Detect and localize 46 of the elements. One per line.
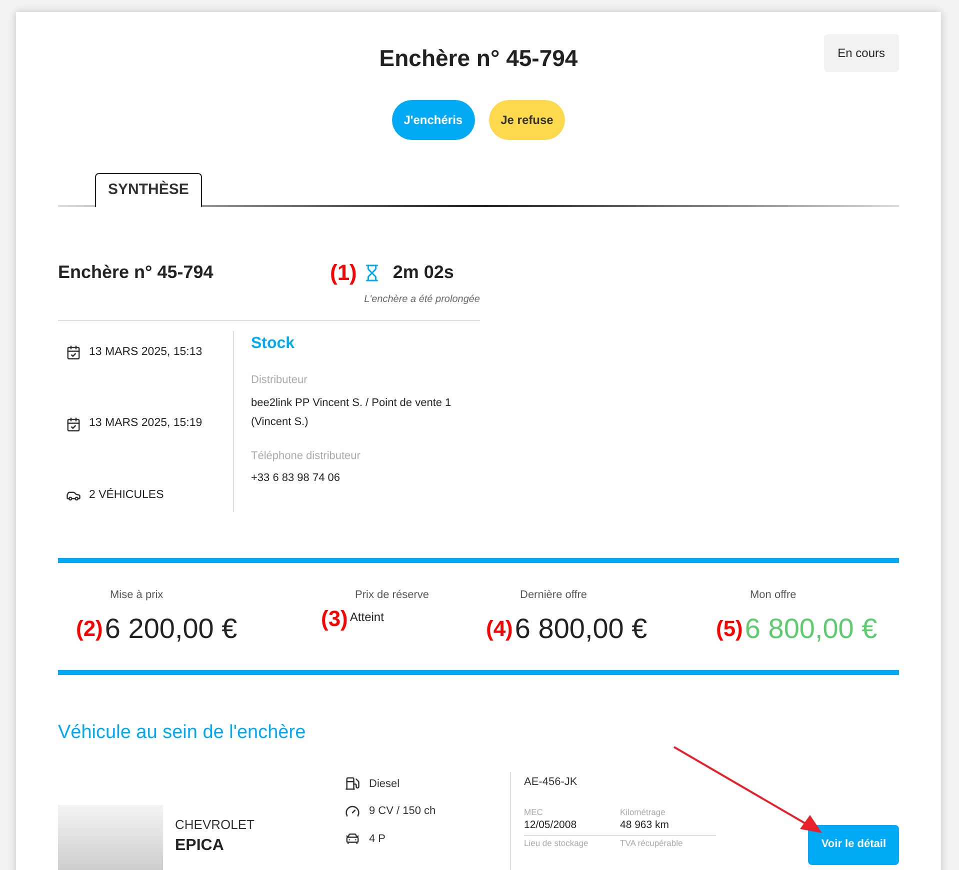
price-label: Prix de réserve — [354, 588, 430, 603]
section-heading: Véhicule au sein de l'enchère — [58, 721, 307, 745]
price-value: Atteint — [350, 608, 384, 626]
annotation-marker: (4) — [486, 618, 513, 640]
status-badge: En cours — [824, 34, 899, 72]
car-front-icon — [345, 831, 360, 846]
fuel-pump-icon — [345, 776, 360, 792]
extension-note: L'enchère a été prolongée — [364, 293, 480, 307]
vehicle-spec: 9 CV / 150 ch — [369, 804, 436, 819]
field-label: Téléphone distributeur — [251, 448, 362, 464]
calendar-icon — [66, 416, 81, 432]
price-label: Mise à prix — [109, 588, 164, 603]
price-value: 6 800,00 € — [744, 612, 878, 646]
vehicle-brand: CHEVROLET — [175, 816, 256, 834]
gauge-icon — [345, 804, 360, 819]
fact-text: 13 MARS 2025, 15:13 — [89, 345, 202, 360]
vehicle-spec: Diesel — [369, 776, 400, 792]
detail-label: Lieu de stockage — [524, 838, 590, 849]
fact-text: 2 VÉHICULES — [89, 487, 164, 503]
detail-label: Kilométrage — [620, 807, 666, 818]
detail-label: MEC — [524, 807, 544, 818]
action-button[interactable]: Je refuse — [488, 100, 566, 140]
field-value: bee2link PP Vincent S. / Point de vente 1 (Vincent S.) — [251, 396, 452, 430]
annotation-marker: (2) — [76, 618, 103, 640]
license-plate: AE-456-JK — [524, 774, 578, 790]
detail-value: 48 963 km — [620, 818, 670, 833]
field-label: Distributeur — [251, 373, 308, 388]
page-title: Enchère n° 45-794 — [379, 44, 578, 73]
fact-text: 13 MARS 2025, 15:19 — [89, 416, 202, 432]
annotation-marker: (3) — [321, 608, 348, 630]
auction-type: Stock — [251, 334, 296, 354]
calendar-icon — [66, 345, 81, 360]
price-label: Dernière offre — [519, 588, 588, 603]
countdown-timer: 2m 02s — [392, 261, 454, 284]
vehicle-model: EPICA — [175, 836, 225, 856]
price-value: 6 200,00 € — [104, 612, 238, 646]
annotation-marker: (5) — [716, 618, 743, 640]
price-value: 6 800,00 € — [514, 612, 648, 646]
vehicle-spec: 4 P — [369, 832, 386, 846]
detail-label: TVA récupérable — [620, 838, 684, 849]
detail-value: 12/05/2008 — [524, 818, 578, 833]
tab[interactable]: SYNTHÈSE — [95, 173, 202, 207]
auction-title: Enchère n° 45-794 — [58, 261, 214, 284]
field-value: +33 6 83 98 74 06 — [251, 471, 341, 486]
price-label: Mon offre — [749, 588, 798, 603]
annotation-marker: (1) — [330, 262, 357, 284]
